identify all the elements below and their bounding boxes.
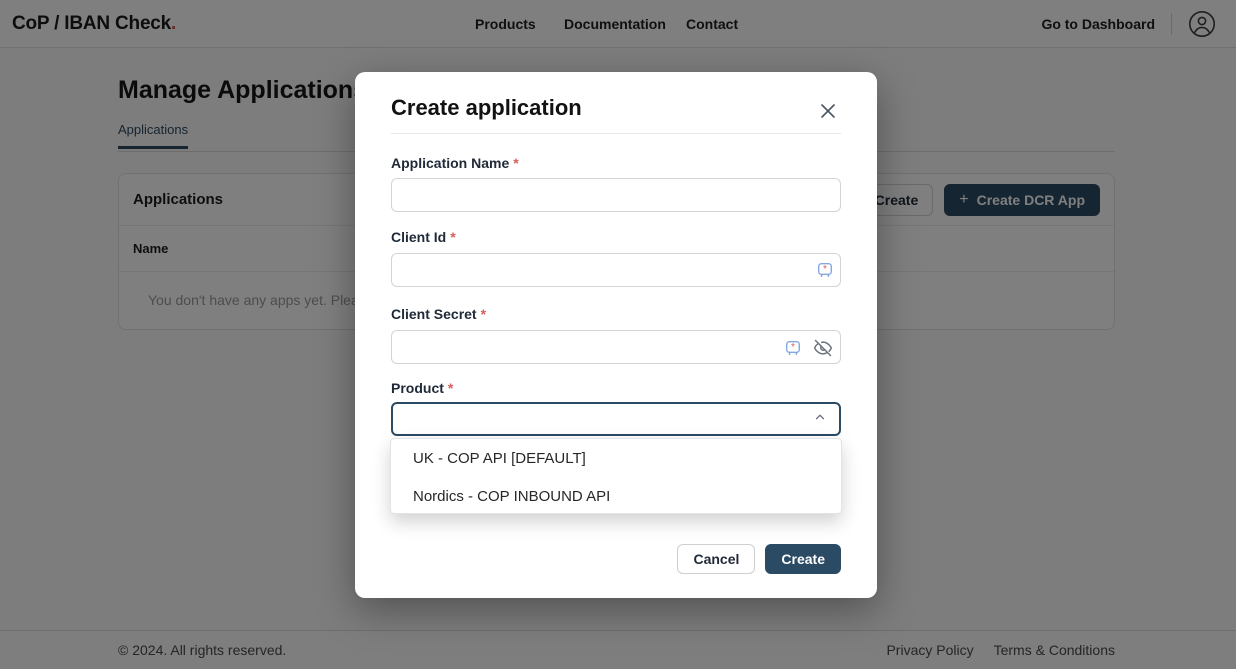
required-asterisk: *: [481, 306, 486, 322]
dropdown-option-nordics-cop-inbound-api[interactable]: Nordics - COP INBOUND API: [391, 477, 841, 514]
svg-text:*: *: [823, 264, 827, 275]
svg-text:*: *: [791, 342, 795, 353]
modal-title: Create application: [391, 95, 582, 121]
product-dropdown: UK - COP API [DEFAULT] Nordics - COP INB…: [390, 438, 842, 514]
modal-create-button[interactable]: Create: [765, 544, 841, 574]
client-id-label: Client Id*: [391, 229, 456, 245]
required-asterisk: *: [450, 229, 455, 245]
page: CoP / IBAN Check. Products Documentation…: [0, 0, 1236, 669]
application-name-label: Application Name*: [391, 155, 519, 171]
eye-off-icon[interactable]: [813, 338, 833, 363]
client-id-input[interactable]: [391, 253, 841, 287]
application-name-input[interactable]: [391, 178, 841, 212]
client-secret-input-icons: *: [785, 338, 833, 363]
cancel-button[interactable]: Cancel: [677, 544, 755, 574]
required-asterisk: *: [448, 380, 453, 396]
close-icon[interactable]: [818, 101, 838, 121]
dropdown-option-uk-cop-api[interactable]: UK - COP API [DEFAULT]: [391, 439, 841, 477]
modal-actions: Cancel Create: [677, 544, 841, 574]
autofill-key-icon[interactable]: *: [785, 340, 801, 361]
autofill-key-icon[interactable]: *: [817, 262, 833, 283]
product-select[interactable]: [391, 402, 841, 436]
create-application-modal: Create application Application Name* Cli…: [355, 72, 877, 598]
client-secret-label: Client Secret*: [391, 306, 486, 322]
client-secret-input[interactable]: [391, 330, 841, 364]
required-asterisk: *: [513, 155, 518, 171]
product-label: Product*: [391, 380, 453, 396]
client-id-input-icons: *: [817, 262, 833, 283]
modal-divider: [391, 133, 841, 134]
chevron-up-icon: [813, 410, 827, 429]
